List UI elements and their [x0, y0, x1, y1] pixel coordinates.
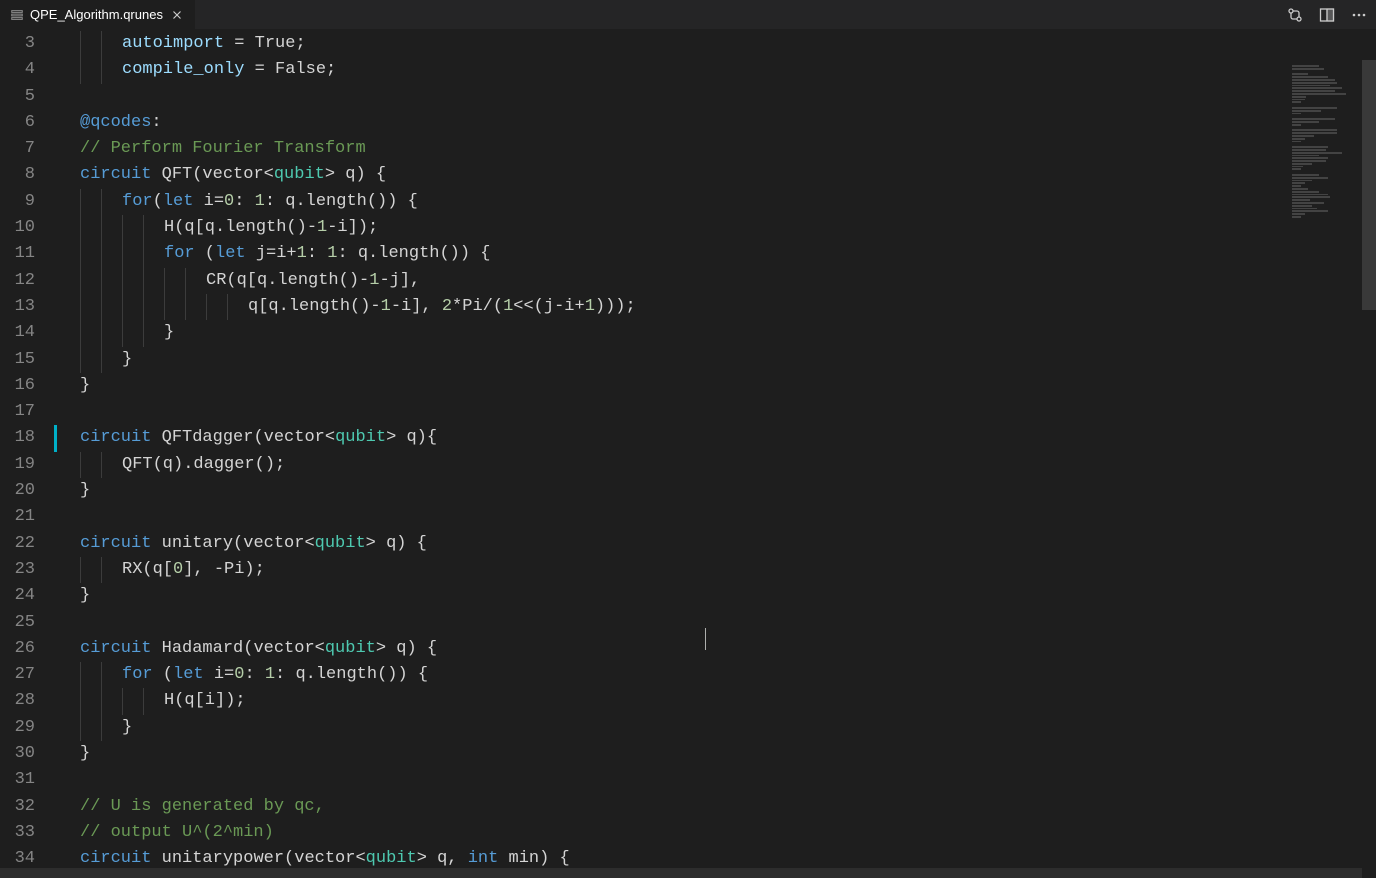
code-line: } — [55, 320, 1376, 346]
code-line: // U is generated by qc, — [55, 794, 1376, 820]
more-actions-icon[interactable] — [1350, 6, 1368, 24]
line-number: 31 — [0, 767, 35, 793]
code-line: autoimport = True; — [55, 31, 1376, 57]
line-number: 14 — [0, 320, 35, 346]
code-line — [55, 399, 1376, 425]
code-line: H(q[i]); — [55, 688, 1376, 714]
code-line: // output U^(2^min) — [55, 820, 1376, 846]
code-line: // Perform Fourier Transform — [55, 136, 1376, 162]
line-number: 24 — [0, 583, 35, 609]
code-editor[interactable]: 3456789101112131415161718192021222324252… — [0, 30, 1376, 878]
line-number: 23 — [0, 557, 35, 583]
code-line: compile_only = False; — [55, 57, 1376, 83]
vertical-scrollbar[interactable] — [1362, 60, 1376, 878]
code-line: circuit QFT(vector<qubit> q) { — [55, 162, 1376, 188]
editor-tab[interactable]: QPE_Algorithm.qrunes — [0, 0, 195, 30]
code-line: } — [55, 715, 1376, 741]
code-line: RX(q[0], -Pi); — [55, 557, 1376, 583]
code-line: for (let i=0: 1: q.length()) { — [55, 662, 1376, 688]
code-line: QFT(q).dagger(); — [55, 452, 1376, 478]
code-line: for (let j=i+1: 1: q.length()) { — [55, 241, 1376, 267]
line-number: 15 — [0, 347, 35, 373]
code-line: q[q.length()-1-i], 2*Pi/(1<<(j-i+1))); — [55, 294, 1376, 320]
code-line — [55, 504, 1376, 530]
file-icon — [10, 8, 24, 22]
editor-toolbar — [1286, 0, 1368, 30]
line-number: 9 — [0, 189, 35, 215]
code-line: circuit QFTdagger(vector<qubit> q){ — [55, 425, 1376, 451]
code-line: } — [55, 347, 1376, 373]
code-line: @qcodes: — [55, 110, 1376, 136]
tab-filename: QPE_Algorithm.qrunes — [30, 7, 163, 22]
line-number-gutter: 3456789101112131415161718192021222324252… — [0, 30, 55, 878]
code-line: circuit Hadamard(vector<qubit> q) { — [55, 636, 1376, 662]
line-number: 7 — [0, 136, 35, 162]
line-number: 32 — [0, 794, 35, 820]
line-number: 27 — [0, 662, 35, 688]
line-number: 21 — [0, 504, 35, 530]
line-number: 19 — [0, 452, 35, 478]
vertical-scroll-thumb[interactable] — [1362, 60, 1376, 310]
code-line: CR(q[q.length()-1-j], — [55, 268, 1376, 294]
line-number: 22 — [0, 531, 35, 557]
line-number: 13 — [0, 294, 35, 320]
line-number: 11 — [0, 241, 35, 267]
line-number: 26 — [0, 636, 35, 662]
code-line: } — [55, 583, 1376, 609]
line-number: 5 — [0, 84, 35, 110]
split-editor-icon[interactable] — [1318, 6, 1336, 24]
line-number: 6 — [0, 110, 35, 136]
compare-changes-icon[interactable] — [1286, 6, 1304, 24]
code-line: } — [55, 741, 1376, 767]
line-number: 12 — [0, 268, 35, 294]
line-number: 16 — [0, 373, 35, 399]
line-number: 29 — [0, 715, 35, 741]
code-content[interactable]: autoimport = True;compile_only = False; @… — [55, 30, 1376, 878]
horizontal-scrollbar[interactable] — [0, 868, 1362, 878]
code-line: } — [55, 373, 1376, 399]
code-line — [55, 610, 1376, 636]
line-number: 33 — [0, 820, 35, 846]
line-number: 18 — [0, 425, 35, 451]
line-number: 4 — [0, 57, 35, 83]
line-number: 20 — [0, 478, 35, 504]
close-icon[interactable] — [169, 7, 185, 23]
code-line — [55, 767, 1376, 793]
code-line: circuit unitary(vector<qubit> q) { — [55, 531, 1376, 557]
line-number: 17 — [0, 399, 35, 425]
minimap[interactable] — [1292, 65, 1362, 385]
line-number: 30 — [0, 741, 35, 767]
code-line: H(q[q.length()-1-i]); — [55, 215, 1376, 241]
tab-bar: QPE_Algorithm.qrunes — [0, 0, 1376, 30]
line-number: 8 — [0, 162, 35, 188]
code-line: } — [55, 478, 1376, 504]
line-number: 25 — [0, 610, 35, 636]
code-line: for(let i=0: 1: q.length()) { — [55, 189, 1376, 215]
line-number: 10 — [0, 215, 35, 241]
code-line — [55, 84, 1376, 110]
line-number: 3 — [0, 31, 35, 57]
line-number: 28 — [0, 688, 35, 714]
text-cursor — [705, 628, 706, 650]
